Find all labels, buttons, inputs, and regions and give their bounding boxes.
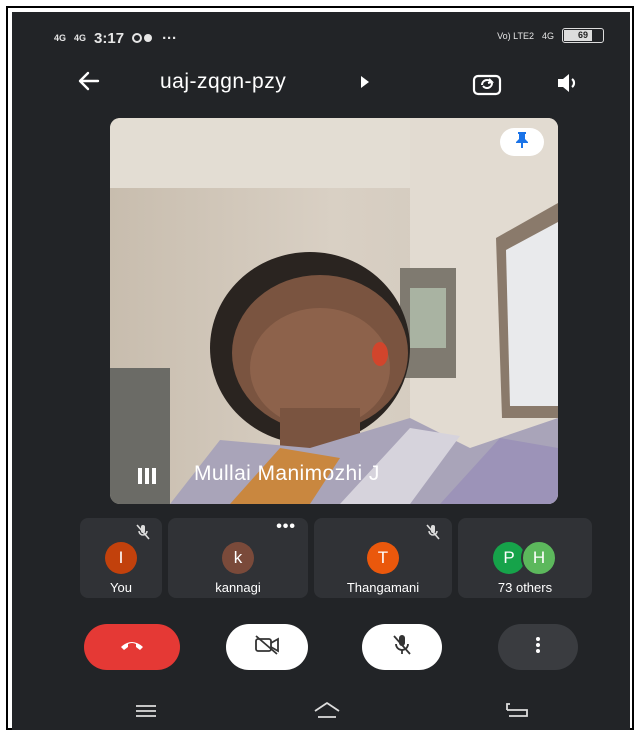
avatar: H: [521, 540, 557, 576]
avatar: I: [105, 542, 137, 574]
camera-off-icon: [254, 634, 280, 660]
status-right: Vo) LTE2 4G 69: [497, 28, 604, 43]
switch-camera-icon[interactable]: [472, 70, 502, 103]
avatar: k: [222, 542, 254, 574]
participant-strip: I You ••• k kannagi T Thangamani P H 73 …: [80, 518, 592, 598]
main-video-tile[interactable]: Mullai Manimozhi J: [110, 118, 558, 504]
back-nav-icon[interactable]: [504, 702, 530, 723]
participant-label: kannagi: [215, 580, 261, 595]
call-controls: [12, 624, 630, 680]
battery-level: 69: [577, 30, 588, 40]
system-nav-bar: [12, 694, 630, 730]
signal-1-icon: 4G: [54, 33, 67, 43]
pin-button[interactable]: [500, 128, 544, 156]
avatar: T: [367, 542, 399, 574]
participant-tile-you[interactable]: I You: [80, 518, 162, 598]
menu-icon[interactable]: [134, 704, 158, 723]
more-options-button[interactable]: [498, 624, 578, 670]
phone-screen: 4G 4G 3:17 ··· Vo) LTE2 4G 69 uaj-zqgn-p…: [12, 12, 630, 730]
camera-toggle-button[interactable]: [226, 624, 308, 670]
mic-off-icon: [426, 524, 440, 545]
participant-label: 73 others: [497, 580, 553, 595]
back-arrow-icon[interactable]: [76, 68, 102, 101]
home-icon[interactable]: [312, 700, 342, 725]
clock: 3:17: [94, 30, 125, 47]
app-bar: uaj-zqgn-pzy: [12, 64, 630, 104]
status-left: 4G 4G 3:17 ···: [54, 30, 177, 47]
status-bar: 4G 4G 3:17 ··· Vo) LTE2 4G 69: [12, 12, 630, 56]
meeting-code[interactable]: uaj-zqgn-pzy: [160, 70, 286, 94]
hang-up-icon: [119, 638, 145, 656]
participant-label: Thangamani: [346, 580, 420, 595]
signal-2-icon: 4G: [74, 33, 87, 43]
pin-icon: [514, 131, 530, 154]
participant-label: You: [110, 580, 132, 595]
volte-indicator: Vo) LTE2: [497, 30, 534, 41]
battery-icon: 69: [562, 28, 604, 43]
vertical-dots-icon: [535, 636, 541, 659]
more-notifications: ···: [162, 30, 178, 47]
mic-off-icon: [392, 634, 412, 661]
speaker-name: Mullai Manimozhi J: [194, 462, 380, 485]
audio-level-icon: [138, 468, 156, 484]
participant-tile-thangamani[interactable]: T Thangamani: [314, 518, 452, 598]
speaker-icon[interactable]: [555, 70, 581, 101]
participant-tile-kannagi[interactable]: ••• k kannagi: [168, 518, 308, 598]
signal-3-icon: 4G: [541, 30, 554, 41]
end-call-button[interactable]: [84, 624, 180, 670]
participant-tile-others[interactable]: P H 73 others: [458, 518, 592, 598]
caret-right-icon[interactable]: [360, 76, 370, 91]
speaker-video-frame: [110, 118, 558, 504]
mic-toggle-button[interactable]: [362, 624, 442, 670]
notification-icon: [132, 30, 154, 47]
more-options-icon[interactable]: •••: [276, 518, 296, 536]
mic-off-icon: [136, 524, 150, 545]
